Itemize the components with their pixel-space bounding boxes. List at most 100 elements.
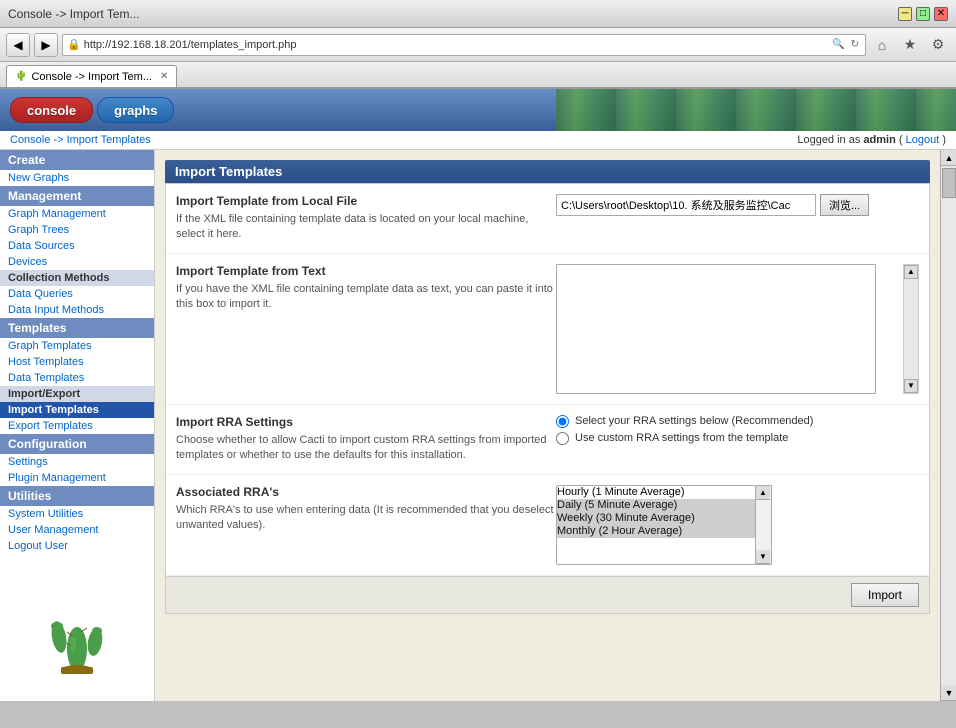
address-text[interactable]: http://192.168.18.201/templates_import.p… [84, 39, 827, 51]
tab-label: Console -> Import Tem... [31, 71, 152, 83]
sidebar-item-system-utilities[interactable]: System Utilities [0, 506, 154, 522]
sidebar-section-management[interactable]: Management [0, 186, 154, 206]
sidebar-item-host-templates[interactable]: Host Templates [0, 354, 154, 370]
radio-recommended[interactable] [556, 415, 569, 428]
sidebar-item-new-graphs[interactable]: New Graphs [0, 170, 154, 186]
import-btn-row: Import [166, 576, 929, 613]
cactus-icon [37, 574, 117, 674]
sidebar-item-devices[interactable]: Devices [0, 254, 154, 270]
back-button[interactable]: ◀ [6, 33, 30, 57]
app-top-nav: console graphs [0, 89, 956, 131]
radio-custom-text: Use custom RRA settings from the templat… [575, 432, 788, 444]
local-file-control: 浏览... [556, 194, 919, 243]
logout-link[interactable]: Logout [906, 134, 940, 146]
rra-listbox-container: Hourly (1 Minute Average) Daily (5 Minut… [556, 485, 919, 565]
sidebar-item-import-templates[interactable]: Import Templates [0, 402, 154, 418]
file-path-input[interactable] [556, 194, 816, 216]
sidebar-item-graph-management[interactable]: Graph Management [0, 206, 154, 222]
address-icon: 🔒 [67, 38, 81, 51]
login-info: Logged in as admin ( Logout ) [797, 134, 946, 146]
associated-rra-section: Associated RRA's Which RRA's to use when… [166, 475, 929, 576]
rra-scrollbar: ▲ ▼ [756, 485, 772, 565]
right-scroll-track [941, 166, 956, 685]
import-button[interactable]: Import [851, 583, 919, 607]
local-file-desc: If the XML file containing template data… [176, 212, 556, 243]
login-paren-close: ) [942, 134, 946, 146]
sidebar: Create New Graphs Management Graph Manag… [0, 150, 155, 701]
sidebar-item-settings[interactable]: Settings [0, 454, 154, 470]
sidebar-section-templates[interactable]: Templates [0, 318, 154, 338]
sidebar-section-import-export: Import/Export [0, 386, 154, 402]
associated-rra-control: Hourly (1 Minute Average) Daily (5 Minut… [556, 485, 919, 565]
from-text-label: Import Template from Text If you have th… [176, 264, 556, 394]
rra-item-weekly[interactable]: Weekly (30 Minute Average) [557, 512, 755, 525]
tab-close-button[interactable]: ✕ [160, 71, 168, 82]
from-text-title: Import Template from Text [176, 264, 556, 278]
scroll-up-btn[interactable]: ▲ [904, 265, 918, 279]
sidebar-item-data-sources[interactable]: Data Sources [0, 238, 154, 254]
right-scroll-thumb[interactable] [942, 168, 956, 198]
rra-scroll-up[interactable]: ▲ [756, 486, 770, 500]
from-text-desc: If you have the XML file containing temp… [176, 282, 556, 313]
sidebar-item-graph-templates[interactable]: Graph Templates [0, 338, 154, 354]
browse-button[interactable]: 浏览... [820, 194, 869, 216]
sidebar-section-configuration[interactable]: Configuration [0, 434, 154, 454]
app-nav-tabs: console graphs [0, 89, 184, 131]
address-bar: 🔒 http://192.168.18.201/templates_import… [62, 34, 866, 56]
associated-rra-title: Associated RRA's [176, 485, 556, 499]
title-bar: Console -> Import Tem... ─ □ ✕ [0, 0, 956, 28]
sidebar-section-create[interactable]: Create [0, 150, 154, 170]
star-button[interactable]: ★ [898, 33, 922, 57]
local-file-section: Import Template from Local File If the X… [166, 184, 929, 254]
maximize-button[interactable]: □ [916, 7, 930, 21]
rra-item-daily[interactable]: Daily (5 Minute Average) [557, 499, 755, 512]
local-file-label: Import Template from Local File If the X… [176, 194, 556, 243]
file-input-row: 浏览... [556, 194, 919, 216]
cactus-logo-area [0, 564, 154, 684]
rra-item-hourly[interactable]: Hourly (1 Minute Average) [557, 486, 755, 499]
rra-listbox[interactable]: Hourly (1 Minute Average) Daily (5 Minut… [556, 485, 756, 565]
sidebar-item-logout-user[interactable]: Logout User [0, 538, 154, 554]
sidebar-item-data-queries[interactable]: Data Queries [0, 286, 154, 302]
login-text: Logged in as [797, 134, 863, 146]
tools-button[interactable]: ⚙ [926, 33, 950, 57]
refresh-button[interactable]: ↻ [849, 39, 861, 50]
radio-custom[interactable] [556, 432, 569, 445]
breadcrumb-console-link[interactable]: Console [10, 134, 50, 146]
page-title: Import Templates [165, 160, 930, 183]
rra-item-monthly[interactable]: Monthly (2 Hour Average) [557, 525, 755, 538]
sidebar-item-data-input-methods[interactable]: Data Input Methods [0, 302, 154, 318]
content-area: Import Templates Import Template from Lo… [155, 150, 940, 701]
rra-scroll-down[interactable]: ▼ [756, 550, 770, 564]
close-button[interactable]: ✕ [934, 7, 948, 21]
breadcrumb: Console -> Import Templates [10, 134, 151, 146]
associated-rra-label: Associated RRA's Which RRA's to use when… [176, 485, 556, 565]
sidebar-item-export-templates[interactable]: Export Templates [0, 418, 154, 434]
sidebar-item-user-management[interactable]: User Management [0, 522, 154, 538]
rra-radio-group: Select your RRA settings below (Recommen… [556, 415, 919, 445]
associated-rra-desc: Which RRA's to use when entering data (I… [176, 503, 556, 534]
content-box: Import Template from Local File If the X… [165, 183, 930, 614]
template-text-input[interactable] [556, 264, 876, 394]
rra-scroll-track [756, 500, 771, 550]
search-addr-icon[interactable]: 🔍 [830, 39, 846, 50]
sidebar-item-graph-trees[interactable]: Graph Trees [0, 222, 154, 238]
right-scroll-up[interactable]: ▲ [941, 150, 956, 166]
rra-settings-section: Import RRA Settings Choose whether to al… [166, 405, 929, 475]
radio-custom-label[interactable]: Use custom RRA settings from the templat… [556, 432, 919, 445]
console-tab[interactable]: console [10, 97, 93, 123]
right-scroll-down[interactable]: ▼ [941, 685, 956, 701]
scroll-down-btn[interactable]: ▼ [904, 379, 918, 393]
sidebar-section-utilities[interactable]: Utilities [0, 486, 154, 506]
radio-recommended-label[interactable]: Select your RRA settings below (Recommen… [556, 415, 919, 428]
minimize-button[interactable]: ─ [898, 7, 912, 21]
graphs-tab[interactable]: graphs [97, 97, 174, 123]
home-button[interactable]: ⌂ [870, 33, 894, 57]
sidebar-item-plugin-management[interactable]: Plugin Management [0, 470, 154, 486]
forward-button[interactable]: ▶ [34, 33, 58, 57]
sidebar-item-data-templates[interactable]: Data Templates [0, 370, 154, 386]
browser-tab[interactable]: 🌵 Console -> Import Tem... ✕ [6, 65, 177, 87]
rra-settings-control: Select your RRA settings below (Recommen… [556, 415, 919, 464]
breadcrumb-bar: Console -> Import Templates Logged in as… [0, 131, 956, 150]
local-file-title: Import Template from Local File [176, 194, 556, 208]
